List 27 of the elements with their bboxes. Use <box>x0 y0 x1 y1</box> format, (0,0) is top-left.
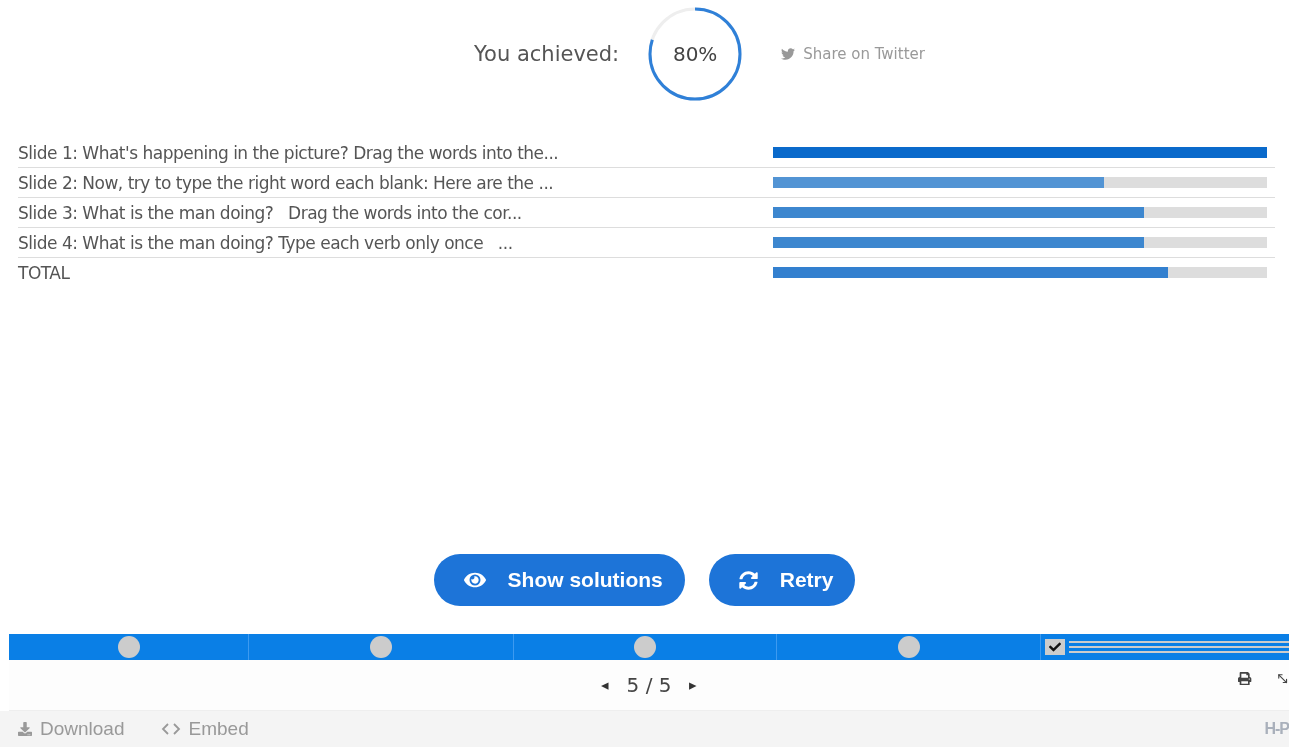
result-label: Slide 2: Now, try to type the right word each blank: Here are the ... <box>18 172 555 193</box>
share-link[interactable]: Share on Twitter <box>781 45 925 63</box>
download-icon <box>18 722 32 736</box>
next-button[interactable]: ▸ <box>689 676 698 694</box>
summary-checkbox[interactable] <box>1045 639 1065 655</box>
print-icon[interactable] <box>1238 672 1252 686</box>
previous-button[interactable]: ◂ <box>600 676 609 694</box>
download-link[interactable]: Download <box>18 718 125 740</box>
score-label: You achieved: <box>474 42 620 66</box>
code-icon <box>160 723 181 735</box>
slide-dot[interactable] <box>117 636 140 658</box>
score-value: 80% <box>672 42 718 66</box>
bird-icon <box>781 47 796 61</box>
slide-dot[interactable] <box>634 636 656 658</box>
show-solutions-button[interactable]: Show solutions <box>433 554 685 606</box>
result-label: Slide 4: What is the man doing? Type each verb only once ... <box>18 232 514 253</box>
slide-dot[interactable] <box>897 636 920 658</box>
embed-link[interactable]: Embed <box>160 718 249 740</box>
result-label: Slide 1: What's happening in the picture? Drag the words into the... <box>18 142 560 163</box>
refresh-icon <box>738 570 758 590</box>
retry-button[interactable]: Retry <box>708 554 856 606</box>
fullscreen-icon[interactable] <box>1275 672 1289 686</box>
slide-dot[interactable] <box>370 636 392 658</box>
result-label: Slide 3: What is the man doing? Drag the words into the cor... <box>18 202 523 223</box>
logo: H-P <box>1264 720 1289 738</box>
page-counter: 5 / 5 <box>626 673 672 697</box>
result-label: TOTAL <box>18 262 71 283</box>
